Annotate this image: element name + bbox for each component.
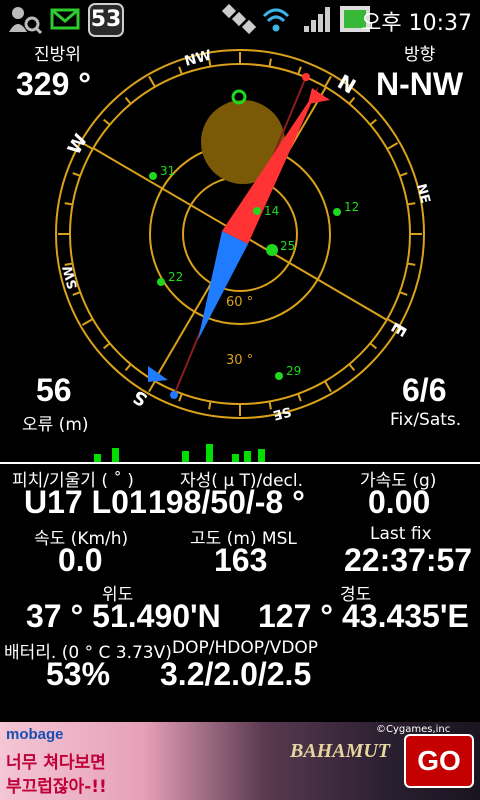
snr-bar — [244, 451, 251, 462]
altitude-value: 163 — [214, 542, 268, 578]
ad-line2: 부끄럽잖아-!! — [6, 777, 107, 797]
compass-tick — [399, 291, 408, 296]
dop-label: DOP/HDOP/VDOP — [172, 638, 319, 658]
ad-go-button[interactable]: GO — [404, 734, 474, 788]
last-fix-label: Last fix — [370, 524, 432, 544]
compass-tick — [297, 393, 302, 402]
cardinal-se: SE — [271, 403, 293, 422]
satellite-dot — [149, 172, 157, 180]
cardinal-w: W — [64, 131, 92, 159]
compass-tick — [148, 380, 156, 393]
ring-30-label: 30 ° — [226, 353, 253, 368]
compass-tick — [64, 202, 73, 206]
compass-tick — [124, 97, 132, 105]
compass-tick — [72, 291, 81, 296]
compass-tick — [348, 363, 356, 371]
satellite-label: 31 — [160, 164, 175, 178]
clock: 오후 10:37 — [361, 11, 472, 36]
satellite-dot — [157, 278, 165, 286]
fix-label: Fix/Sats. — [390, 410, 462, 430]
compass-tick — [208, 401, 212, 410]
compass-tick — [369, 342, 377, 350]
ring-60-label: 60 ° — [226, 295, 253, 310]
south-arrowhead — [148, 366, 168, 382]
snr-bar — [112, 448, 119, 462]
cardinal-s: S — [130, 385, 152, 410]
battery-value: 53% — [46, 656, 111, 692]
ad-line1: 너무 쳐다보면 — [6, 753, 106, 773]
location-person-icon — [9, 7, 42, 34]
cardinal-e: E — [386, 319, 410, 340]
compass-tick — [324, 380, 332, 393]
accel-value: 0.00 — [368, 484, 431, 520]
snr-bar — [232, 454, 239, 462]
compass-tick — [268, 58, 272, 67]
ad-game-title: BAHAMUT — [290, 740, 391, 762]
compass-tick — [178, 66, 183, 75]
satellite-label: 14 — [264, 204, 279, 218]
compass-tick — [178, 393, 183, 402]
course-end-dot — [170, 391, 178, 399]
wifi-icon — [262, 8, 290, 32]
compass-tick — [103, 118, 111, 126]
satellite-dot — [275, 372, 283, 380]
compass-tick — [103, 342, 111, 350]
compass-tick — [348, 97, 356, 105]
longitude-value: 127 ° 43.435'E — [258, 598, 469, 634]
compass-tick — [386, 142, 399, 150]
ad-banner[interactable]: mobage 너무 쳐다보면 부끄럽잖아-!! BAHAMUT ©Cygames… — [0, 722, 480, 800]
snr-bar — [206, 444, 213, 462]
ad-brand: mobage — [6, 726, 64, 743]
compass-tick — [81, 318, 94, 326]
snr-bar-chart — [0, 436, 480, 462]
compass-tick — [324, 75, 332, 88]
course-start-dot — [302, 73, 310, 81]
cardinal-ne: NE — [413, 182, 433, 205]
signal-strength-icon — [304, 7, 330, 32]
compass-tick — [72, 172, 81, 177]
satellite-dot — [253, 207, 261, 215]
pitch-value: U17 L01 — [24, 484, 147, 520]
accuracy-label: 오류 (m) — [22, 415, 89, 435]
satellite-dot — [333, 208, 341, 216]
snr-bar — [182, 451, 189, 462]
compass-tick — [369, 118, 377, 126]
notification-count-badge: 53 — [88, 3, 124, 37]
speed-value: 0.0 — [58, 542, 103, 578]
latitude-value: 37 ° 51.490'N — [26, 598, 221, 634]
compass-tick — [407, 202, 416, 206]
north-arrowhead — [308, 88, 330, 104]
compass-tick — [124, 363, 132, 371]
mail-icon — [50, 8, 80, 30]
magnetic-value: 198/50/-8 ° — [148, 484, 305, 520]
compass-tick — [148, 75, 156, 88]
compass-tick — [268, 401, 272, 410]
compass-tick — [64, 262, 73, 266]
last-fix-value: 22:37:57 — [344, 542, 473, 578]
satellite-dot — [266, 244, 278, 256]
snr-bar — [94, 454, 101, 462]
satellite-label: 29 — [286, 364, 301, 378]
fix-value: 6/6 — [402, 372, 447, 408]
snr-bar — [258, 449, 265, 462]
divider — [0, 462, 480, 464]
satellite-label: 12 — [344, 200, 359, 214]
satellite-label: 22 — [168, 270, 183, 284]
gps-satellite-icon — [222, 4, 256, 34]
compass-tick — [399, 172, 408, 177]
compass-tick — [407, 262, 416, 266]
satellite-label: 25 — [280, 239, 295, 253]
status-bar: 53 오후 10:37 — [0, 0, 480, 38]
dop-value: 3.2/2.0/2.5 — [160, 656, 312, 692]
compass-tick — [297, 66, 302, 75]
accuracy-value: 56 — [36, 372, 72, 408]
